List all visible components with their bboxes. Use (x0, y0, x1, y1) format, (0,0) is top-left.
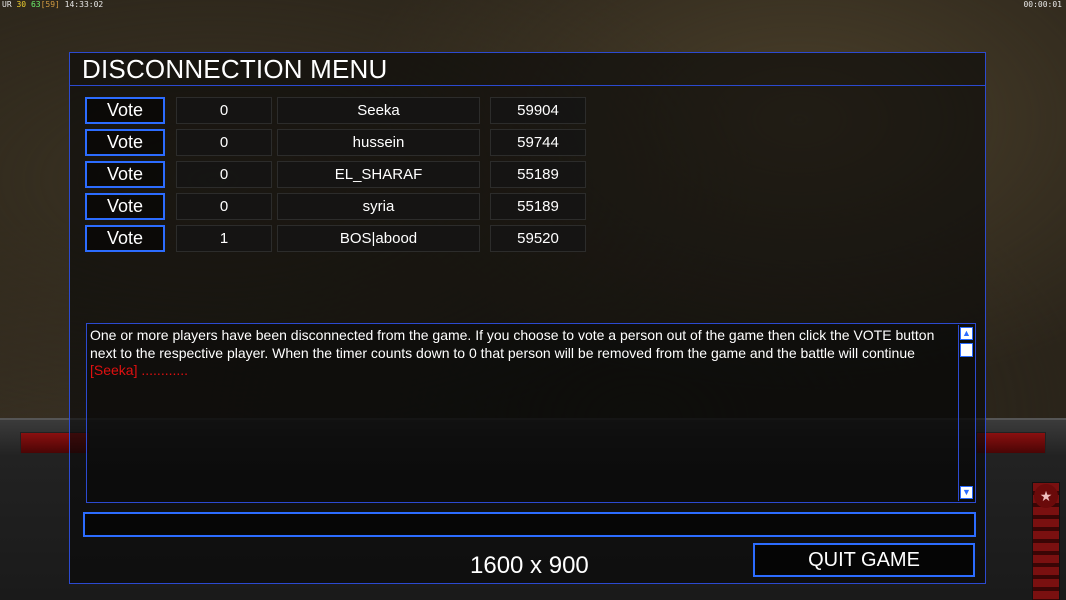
command-bar-light-right (976, 432, 1046, 454)
player-id: 55189 (490, 161, 586, 188)
hud-game-timer: 00:00:01 (1023, 0, 1062, 9)
player-vote-count: 0 (176, 129, 272, 156)
dialog-title: DISCONNECTION MENU (70, 53, 985, 86)
chat-input[interactable] (83, 512, 976, 537)
player-vote-count: 0 (176, 193, 272, 220)
hud-value-c: [59] (40, 0, 60, 9)
hud-value-a: 30 (16, 0, 27, 9)
player-vote-count: 1 (176, 225, 272, 252)
hud-stats: UR 30 63[59] 14:33:02 (2, 0, 103, 10)
player-name: syria (277, 193, 480, 220)
vote-button[interactable]: Vote (85, 193, 165, 220)
player-id: 59520 (490, 225, 586, 252)
player-id: 55189 (490, 193, 586, 220)
vote-button[interactable]: Vote (85, 161, 165, 188)
player-name: EL_SHARAF (277, 161, 480, 188)
player-id: 59904 (490, 97, 586, 124)
player-name: BOS|abood (277, 225, 480, 252)
resolution-label: 1600 x 900 (470, 552, 589, 579)
scroll-down-arrow-icon[interactable]: ▼ (960, 486, 973, 499)
vote-button[interactable]: Vote (85, 225, 165, 252)
star-icon: ★ (1034, 484, 1058, 508)
vote-button[interactable]: Vote (85, 129, 165, 156)
player-vote-count: 0 (176, 97, 272, 124)
scroll-up-arrow-icon[interactable]: ▲ (960, 327, 973, 340)
player-vote-count: 0 (176, 161, 272, 188)
hud-prefix: UR (2, 0, 12, 9)
player-name: Seeka (277, 97, 480, 124)
chat-log[interactable]: One or more players have been disconnect… (86, 323, 976, 503)
quit-game-button[interactable]: QUIT GAME (753, 543, 975, 577)
player-id: 59744 (490, 129, 586, 156)
player-name: hussein (277, 129, 480, 156)
hud-value-b: 63 (30, 0, 41, 9)
system-message: One or more players have been disconnect… (90, 327, 935, 361)
chat-text: One or more players have been disconnect… (90, 327, 958, 380)
chat-scrollbar[interactable]: ▲ ▼ (958, 325, 974, 501)
hud-clock: 14:33:02 (64, 0, 104, 9)
chat-message: [Seeka] ............ (90, 362, 189, 378)
vote-button[interactable]: Vote (85, 97, 165, 124)
scroll-thumb[interactable] (960, 343, 973, 357)
disconnection-dialog: DISCONNECTION MENU Vote 0 Seeka 59904 Vo… (69, 52, 986, 584)
